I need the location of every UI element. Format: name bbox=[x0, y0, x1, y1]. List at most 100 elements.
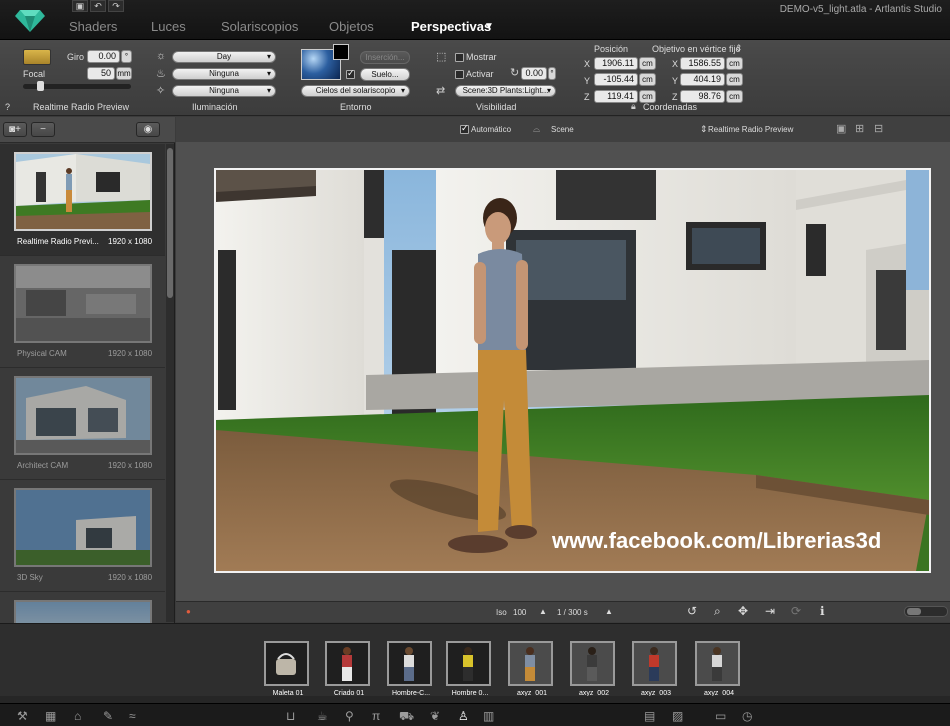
heliodon-dropdown[interactable]: Ninguna bbox=[172, 85, 276, 97]
camera-list-scrollbar[interactable] bbox=[166, 144, 174, 622]
camera-lock-button[interactable] bbox=[23, 49, 51, 65]
redo-icon[interactable]: ↷ bbox=[108, 0, 124, 12]
zoom-slider[interactable] bbox=[904, 606, 948, 617]
car-icon[interactable]: ⛟ bbox=[399, 709, 414, 725]
building-icon[interactable]: ▥ bbox=[483, 709, 494, 723]
sofa-icon[interactable]: ⊔ bbox=[286, 709, 295, 723]
iso-stepper-icon[interactable]: ▲ bbox=[539, 607, 547, 616]
person-icon[interactable]: ♙ bbox=[458, 709, 469, 723]
day-dropdown[interactable]: Day bbox=[172, 51, 276, 63]
camera-name: Physical CAM bbox=[17, 349, 67, 358]
pos-y-input[interactable]: -105.44 bbox=[594, 73, 638, 86]
layout-split-icon[interactable]: ⊟ bbox=[874, 122, 883, 135]
giro-input[interactable]: 0.00 bbox=[87, 50, 120, 63]
scene-layer-dropdown[interactable]: Scene:3D Plants:Light... bbox=[455, 85, 556, 97]
brush-icon[interactable]: ✎ bbox=[103, 709, 113, 723]
menu-objetos[interactable]: Objetos bbox=[329, 19, 374, 34]
cup-icon[interactable]: ☕︎ bbox=[317, 709, 328, 723]
iso-value[interactable]: 100 bbox=[513, 608, 526, 617]
preview-mode-dropdown[interactable]: Realtime Radio Preview bbox=[708, 125, 793, 134]
clock-icon[interactable]: ◷ bbox=[742, 709, 752, 723]
help-icon[interactable]: ? bbox=[5, 102, 10, 112]
camera-item-physical[interactable]: Physical CAM 1920 x 1080 bbox=[0, 256, 165, 368]
shutter-stepper-icon[interactable]: ▲ bbox=[605, 607, 613, 616]
scene-label: Scene bbox=[551, 125, 574, 134]
library-item-axyz-002[interactable]: axyz_002 bbox=[570, 641, 620, 697]
camera-name: 3D Sky bbox=[17, 573, 43, 582]
camera-resolution: 1920 x 1080 bbox=[108, 349, 153, 358]
tgt-x-input[interactable]: 1586.55 bbox=[680, 57, 725, 70]
preview-mode-arrows-icon[interactable]: ⇕ bbox=[700, 124, 708, 135]
scrollbar-thumb[interactable] bbox=[167, 148, 173, 298]
library-item-maleta-01[interactable]: Maleta 01 bbox=[264, 641, 314, 697]
angle-input[interactable]: 0.00 bbox=[521, 67, 547, 80]
layout-quad-icon[interactable]: ⊞ bbox=[855, 122, 864, 135]
app-logo-icon bbox=[15, 10, 45, 32]
library-item-axyz-004[interactable]: axyz_004 bbox=[695, 641, 745, 697]
menu-shaders[interactable]: Shaders bbox=[69, 19, 117, 34]
navigate-icon[interactable]: ⇥ bbox=[765, 604, 775, 618]
layout-single-icon[interactable]: ▣ bbox=[836, 122, 846, 135]
focal-slider[interactable] bbox=[23, 81, 131, 91]
camera-item-architect[interactable]: Architect CAM 1920 x 1080 bbox=[0, 368, 165, 480]
focal-input[interactable]: 50 bbox=[87, 67, 115, 80]
paint-roller-icon[interactable]: ⚒ bbox=[17, 709, 28, 723]
target-sort-icon[interactable]: ⇕ bbox=[735, 43, 743, 54]
undo-icon[interactable]: ↶ bbox=[90, 0, 106, 12]
show-checkbox[interactable] bbox=[455, 53, 464, 62]
water-icon[interactable]: ≈ bbox=[129, 709, 136, 723]
library-thumbnail bbox=[508, 641, 553, 686]
pos-x-input[interactable]: 1906.11 bbox=[594, 57, 638, 70]
table-icon[interactable]: π bbox=[372, 709, 380, 723]
sky-dropdown[interactable]: Cielos del solariscopio bbox=[301, 85, 410, 97]
library-item-criado-01[interactable]: Criado 01 bbox=[325, 641, 375, 697]
camera-list[interactable]: Realtime Radio Previ... 1920 x 1080 Phys… bbox=[0, 144, 165, 623]
record-icon[interactable]: ● bbox=[186, 607, 191, 616]
camera-item-3d-sky[interactable]: 3D Sky 1920 x 1080 bbox=[0, 480, 165, 592]
reset-view-icon[interactable]: ↺ bbox=[687, 604, 697, 618]
info-icon[interactable]: ℹ bbox=[820, 604, 825, 618]
menu-solariscopios[interactable]: Solariscopios bbox=[221, 19, 298, 34]
lamp-icon[interactable]: ⚲ bbox=[345, 709, 354, 723]
ground-checkbox[interactable] bbox=[346, 68, 355, 79]
activate-checkbox[interactable] bbox=[455, 70, 464, 79]
zoom-slider-handle[interactable] bbox=[907, 608, 921, 615]
menu-perspectivas[interactable]: Perspectivas bbox=[411, 19, 491, 34]
billboard-icon[interactable]: ▤ bbox=[644, 709, 655, 723]
pos-y-unit: cm bbox=[639, 73, 656, 86]
pan-icon[interactable]: ✥ bbox=[738, 604, 748, 618]
auto-checkbox[interactable] bbox=[460, 123, 469, 134]
roof-tiles-icon[interactable]: ⌂ bbox=[74, 709, 81, 723]
camera-item-realtime[interactable]: Realtime Radio Previ... 1920 x 1080 bbox=[0, 144, 165, 256]
library-item-hombre-0[interactable]: Hombre 0... bbox=[446, 641, 496, 697]
tgt-y-input[interactable]: 404.19 bbox=[680, 73, 725, 86]
foreground-color-swatch[interactable] bbox=[333, 44, 349, 60]
menu-dropdown-arrow-icon[interactable]: ▼ bbox=[484, 21, 494, 32]
folder-icon[interactable]: ▭ bbox=[715, 709, 726, 723]
leaf-icon[interactable]: ❦ bbox=[430, 709, 440, 723]
tgt-x-unit: cm bbox=[726, 57, 743, 70]
light-group-dropdown[interactable]: Ninguna bbox=[172, 68, 276, 80]
lock-icon[interactable]: 🔒︎ bbox=[631, 101, 636, 112]
focal-slider-handle[interactable] bbox=[37, 81, 44, 91]
focal-label: Focal bbox=[23, 69, 46, 79]
zoom-icon[interactable]: ⌕ bbox=[714, 604, 721, 619]
eye-icon[interactable]: ◉ bbox=[136, 122, 160, 137]
add-camera-button[interactable]: ◙+ bbox=[3, 122, 27, 137]
brick-icon[interactable]: ▦ bbox=[45, 709, 56, 723]
insert-button[interactable]: Inserción... bbox=[360, 51, 410, 64]
image-icon[interactable]: ▨ bbox=[672, 709, 683, 723]
library-item-axyz-001[interactable]: axyz_001 bbox=[508, 641, 558, 697]
render-preview[interactable]: www.facebook.com/Librerias3d bbox=[214, 168, 931, 573]
menu-luces[interactable]: Luces bbox=[151, 19, 186, 34]
remove-camera-button[interactable]: − bbox=[31, 122, 55, 137]
library-item-axyz-003[interactable]: axyz_003 bbox=[632, 641, 682, 697]
library-item-hombre-c[interactable]: Hombre-C... bbox=[387, 641, 437, 697]
orbit-icon[interactable]: ⟳ bbox=[791, 604, 801, 618]
library-thumbnail bbox=[695, 641, 740, 686]
ground-button[interactable]: Suelo... bbox=[360, 68, 410, 81]
shutter-value[interactable]: 1 / 300 s bbox=[557, 608, 588, 617]
save-icon[interactable]: ▣ bbox=[72, 0, 88, 12]
camera-item-partial[interactable] bbox=[0, 592, 165, 623]
viewport[interactable]: www.facebook.com/Librerias3d bbox=[176, 142, 950, 601]
